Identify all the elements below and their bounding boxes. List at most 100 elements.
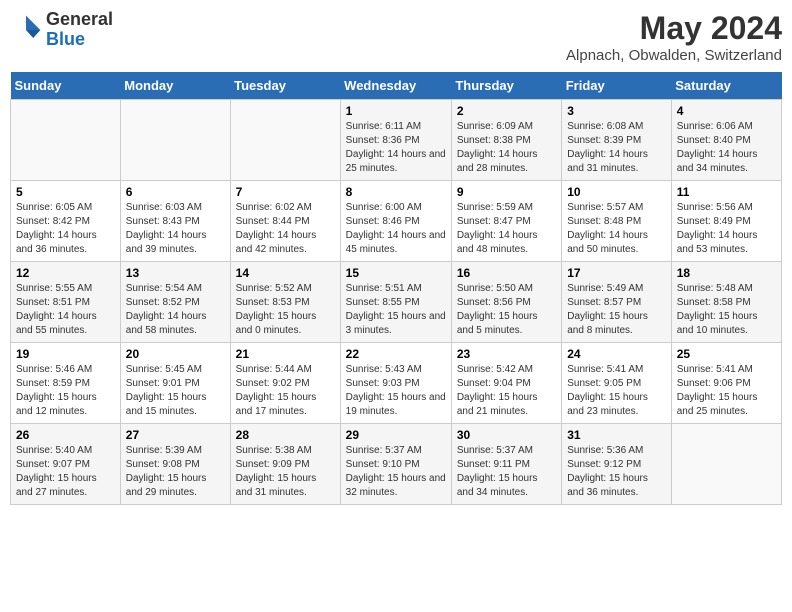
day-number: 2 — [457, 104, 556, 118]
day-info: Sunrise: 5:48 AMSunset: 8:58 PMDaylight:… — [677, 283, 758, 336]
calendar-cell: 25Sunrise: 5:41 AMSunset: 9:06 PMDayligh… — [671, 343, 781, 424]
day-info: Sunrise: 5:41 AMSunset: 9:05 PMDaylight:… — [567, 364, 648, 417]
calendar-cell: 20Sunrise: 5:45 AMSunset: 9:01 PMDayligh… — [120, 343, 230, 424]
weekday-header: Tuesday — [230, 72, 340, 100]
calendar-cell: 28 Sunrise: 5:38 AMSunset: 9:09 PMDayligh… — [230, 424, 340, 505]
day-info: Sunrise: 5:37 AMSunset: 9:10 PMDaylight:… — [346, 445, 446, 498]
calendar-cell: 8 Sunrise: 6:00 AMSunset: 8:46 PMDaylight… — [340, 181, 451, 262]
weekday-header: Sunday — [11, 72, 121, 100]
calendar-cell: 1 Sunrise: 6:11 AMSunset: 8:36 PMDaylight… — [340, 100, 451, 181]
day-number: 17 — [567, 266, 665, 280]
calendar-cell: 2 Sunrise: 6:09 AMSunset: 8:38 PMDaylight… — [451, 100, 561, 181]
calendar-week-row: 26Sunrise: 5:40 AMSunset: 9:07 PMDayligh… — [11, 424, 782, 505]
day-number: 15 — [346, 266, 446, 280]
calendar-cell: 30 Sunrise: 5:37 AMSunset: 9:11 PMDayligh… — [451, 424, 561, 505]
day-info: Sunrise: 6:02 AMSunset: 8:44 PMDaylight:… — [236, 202, 317, 255]
title-block: May 2024 Alpnach, Obwalden, Switzerland — [566, 10, 782, 64]
day-number: 11 — [677, 185, 776, 199]
calendar-cell: 17 Sunrise: 5:49 AMSunset: 8:57 PMDayligh… — [562, 262, 671, 343]
day-number: 19 — [16, 347, 115, 361]
calendar-table: SundayMondayTuesdayWednesdayThursdayFrid… — [10, 72, 782, 505]
day-info: Sunrise: 5:39 AMSunset: 9:08 PMDaylight:… — [126, 445, 207, 498]
day-info: Sunrise: 5:43 AMSunset: 9:03 PMDaylight:… — [346, 364, 446, 417]
day-info: Sunrise: 5:56 AMSunset: 8:49 PMDaylight:… — [677, 202, 758, 255]
day-number: 13 — [126, 266, 225, 280]
calendar-cell: 23Sunrise: 5:42 AMSunset: 9:04 PMDayligh… — [451, 343, 561, 424]
day-number: 7 — [236, 185, 335, 199]
logo-general: General — [46, 10, 113, 30]
calendar-week-row: 12 Sunrise: 5:55 AMSunset: 8:51 PMDayligh… — [11, 262, 782, 343]
day-info: Sunrise: 6:06 AMSunset: 8:40 PMDaylight:… — [677, 121, 758, 174]
day-number: 18 — [677, 266, 776, 280]
day-info: Sunrise: 6:03 AMSunset: 8:43 PMDaylight:… — [126, 202, 207, 255]
day-number: 27 — [126, 428, 225, 442]
day-info: Sunrise: 5:44 AMSunset: 9:02 PMDaylight:… — [236, 364, 317, 417]
calendar-cell — [120, 100, 230, 181]
calendar-week-row: 1 Sunrise: 6:11 AMSunset: 8:36 PMDaylight… — [11, 100, 782, 181]
calendar-cell: 18 Sunrise: 5:48 AMSunset: 8:58 PMDayligh… — [671, 262, 781, 343]
day-number: 24 — [567, 347, 665, 361]
weekday-header: Thursday — [451, 72, 561, 100]
calendar-cell: 15Sunrise: 5:51 AMSunset: 8:55 PMDayligh… — [340, 262, 451, 343]
day-info: Sunrise: 5:40 AMSunset: 9:07 PMDaylight:… — [16, 445, 97, 498]
day-info: Sunrise: 5:52 AMSunset: 8:53 PMDaylight:… — [236, 283, 317, 336]
calendar-header: SundayMondayTuesdayWednesdayThursdayFrid… — [11, 72, 782, 100]
weekday-header: Monday — [120, 72, 230, 100]
day-number: 25 — [677, 347, 776, 361]
calendar-cell: 24 Sunrise: 5:41 AMSunset: 9:05 PMDayligh… — [562, 343, 671, 424]
calendar-cell: 7 Sunrise: 6:02 AMSunset: 8:44 PMDaylight… — [230, 181, 340, 262]
day-number: 20 — [126, 347, 225, 361]
day-info: Sunrise: 5:49 AMSunset: 8:57 PMDaylight:… — [567, 283, 648, 336]
calendar-cell: 9 Sunrise: 5:59 AMSunset: 8:47 PMDaylight… — [451, 181, 561, 262]
day-info: Sunrise: 5:50 AMSunset: 8:56 PMDaylight:… — [457, 283, 538, 336]
weekday-row: SundayMondayTuesdayWednesdayThursdayFrid… — [11, 72, 782, 100]
calendar-cell: 16Sunrise: 5:50 AMSunset: 8:56 PMDayligh… — [451, 262, 561, 343]
day-info: Sunrise: 5:36 AMSunset: 9:12 PMDaylight:… — [567, 445, 648, 498]
day-number: 21 — [236, 347, 335, 361]
day-number: 30 — [457, 428, 556, 442]
day-number: 23 — [457, 347, 556, 361]
calendar-cell: 10 Sunrise: 5:57 AMSunset: 8:48 PMDayligh… — [562, 181, 671, 262]
calendar-cell: 4 Sunrise: 6:06 AMSunset: 8:40 PMDaylight… — [671, 100, 781, 181]
day-number: 8 — [346, 185, 446, 199]
day-info: Sunrise: 6:09 AMSunset: 8:38 PMDaylight:… — [457, 121, 538, 174]
calendar-cell — [11, 100, 121, 181]
day-info: Sunrise: 6:11 AMSunset: 8:36 PMDaylight:… — [346, 121, 446, 174]
day-info: Sunrise: 6:05 AMSunset: 8:42 PMDaylight:… — [16, 202, 97, 255]
day-number: 1 — [346, 104, 446, 118]
day-number: 5 — [16, 185, 115, 199]
day-info: Sunrise: 6:08 AMSunset: 8:39 PMDaylight:… — [567, 121, 648, 174]
calendar-cell: 31Sunrise: 5:36 AMSunset: 9:12 PMDayligh… — [562, 424, 671, 505]
calendar-cell: 21 Sunrise: 5:44 AMSunset: 9:02 PMDayligh… — [230, 343, 340, 424]
day-info: Sunrise: 5:37 AMSunset: 9:11 PMDaylight:… — [457, 445, 538, 498]
day-number: 6 — [126, 185, 225, 199]
calendar-cell: 3 Sunrise: 6:08 AMSunset: 8:39 PMDaylight… — [562, 100, 671, 181]
calendar-week-row: 19 Sunrise: 5:46 AMSunset: 8:59 PMDayligh… — [11, 343, 782, 424]
day-info: Sunrise: 6:00 AMSunset: 8:46 PMDaylight:… — [346, 202, 446, 255]
calendar-cell: 12 Sunrise: 5:55 AMSunset: 8:51 PMDayligh… — [11, 262, 121, 343]
calendar-cell: 11 Sunrise: 5:56 AMSunset: 8:49 PMDayligh… — [671, 181, 781, 262]
day-number: 12 — [16, 266, 115, 280]
calendar-cell: 27 Sunrise: 5:39 AMSunset: 9:08 PMDayligh… — [120, 424, 230, 505]
day-info: Sunrise: 5:46 AMSunset: 8:59 PMDaylight:… — [16, 364, 97, 417]
calendar-cell — [230, 100, 340, 181]
day-number: 4 — [677, 104, 776, 118]
subtitle: Alpnach, Obwalden, Switzerland — [566, 47, 782, 64]
day-number: 3 — [567, 104, 665, 118]
day-info: Sunrise: 5:57 AMSunset: 8:48 PMDaylight:… — [567, 202, 648, 255]
calendar-cell: 5 Sunrise: 6:05 AMSunset: 8:42 PMDaylight… — [11, 181, 121, 262]
logo-blue: Blue — [46, 30, 113, 50]
day-number: 10 — [567, 185, 665, 199]
calendar-cell: 14Sunrise: 5:52 AMSunset: 8:53 PMDayligh… — [230, 262, 340, 343]
day-number: 28 — [236, 428, 335, 442]
weekday-header: Friday — [562, 72, 671, 100]
weekday-header: Saturday — [671, 72, 781, 100]
calendar-cell: 22Sunrise: 5:43 AMSunset: 9:03 PMDayligh… — [340, 343, 451, 424]
day-info: Sunrise: 5:54 AMSunset: 8:52 PMDaylight:… — [126, 283, 207, 336]
day-number: 9 — [457, 185, 556, 199]
calendar-cell: 19 Sunrise: 5:46 AMSunset: 8:59 PMDayligh… — [11, 343, 121, 424]
day-info: Sunrise: 5:38 AMSunset: 9:09 PMDaylight:… — [236, 445, 317, 498]
logo-icon — [10, 14, 42, 46]
day-info: Sunrise: 5:55 AMSunset: 8:51 PMDaylight:… — [16, 283, 97, 336]
day-info: Sunrise: 5:59 AMSunset: 8:47 PMDaylight:… — [457, 202, 538, 255]
